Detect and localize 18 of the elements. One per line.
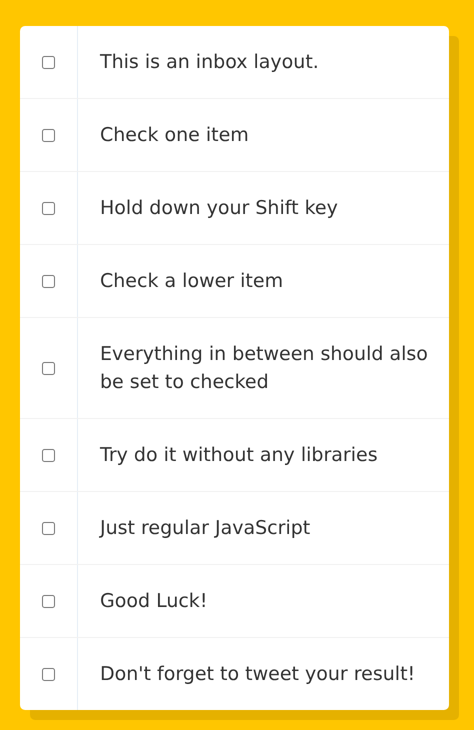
item-label: Just regular JavaScript <box>98 516 312 541</box>
item-checkbox[interactable] <box>42 668 55 680</box>
item-checkbox[interactable] <box>42 56 55 68</box>
item-label: Hold down your Shift key <box>99 196 339 221</box>
item-checkbox[interactable] <box>42 202 55 214</box>
item-checkbox[interactable] <box>42 594 55 608</box>
item-label: Everything in between should also be set to checked <box>99 342 429 395</box>
item-label: Don't forget to tweet your result! <box>99 662 416 687</box>
item-label: Good Luck! <box>99 589 208 614</box>
item-checkbox[interactable] <box>42 128 55 142</box>
item-label: Check a lower item <box>99 269 284 294</box>
item-checkbox[interactable] <box>42 522 55 534</box>
item-checkbox[interactable] <box>42 448 55 462</box>
item-checkbox[interactable] <box>42 362 55 374</box>
item-label: This is an inbox layout. <box>99 50 320 75</box>
item-label: Check one item <box>99 123 250 148</box>
item-label: Try do it without any libraries <box>99 443 379 468</box>
item-checkbox[interactable] <box>42 274 55 288</box>
